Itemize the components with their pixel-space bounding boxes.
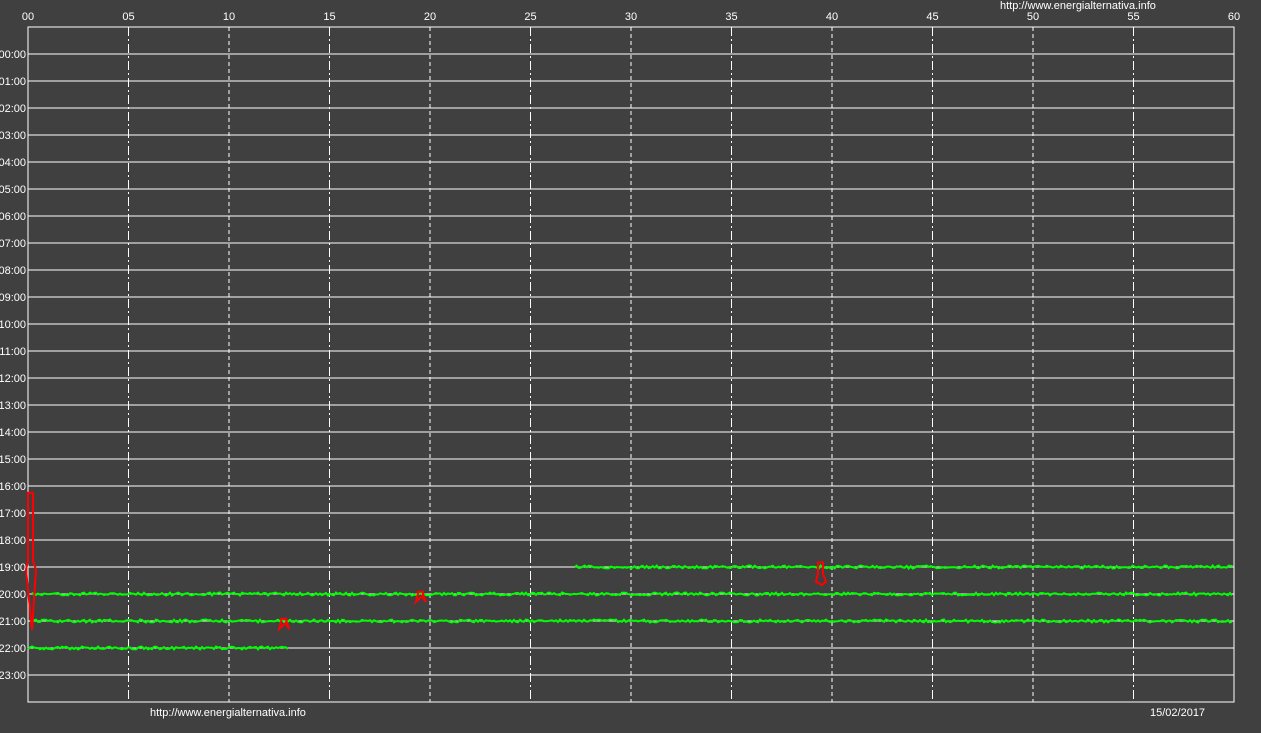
y-tick-labels: 00:00 01:00 02:00 03:00 04:00 05:00 06:00 07:00… [0,49,26,682]
url-bottom-label[interactable]: http://www.energialternativa.info [150,707,306,719]
y-tick-label: 11:00 [0,346,26,358]
url-top-label[interactable]: http://www.energialternativa.info [1000,0,1156,12]
y-tick-label: 22:00 [0,643,26,655]
y-tick-label: 05:00 [0,184,26,196]
y-tick-label: 21:00 [0,616,26,628]
y-tick-label: 14:00 [0,427,26,439]
y-tick-label: 02:00 [0,103,26,115]
y-tick-label: 09:00 [0,292,26,304]
x-tick-label: 40 [826,11,838,23]
x-tick-label: 05 [122,11,134,23]
x-tick-label: 30 [625,11,637,23]
y-tick-label: 19:00 [0,562,26,574]
y-tick-label: 06:00 [0,211,26,223]
y-tick-label: 15:00 [0,454,26,466]
seismogram-chart: 00 05 10 15 20 25 30 35 40 45 50 55 60 00:00 01:00 02:… [0,0,1240,719]
date-label: 15/02/2017 [1150,707,1205,719]
y-tick-label: 13:00 [0,400,26,412]
x-tick-labels: 00 05 10 15 20 25 30 35 40 45 50 55 60 [22,11,1240,23]
x-tick-label: 45 [926,11,938,23]
x-tick-label: 10 [223,11,235,23]
y-tick-label: 23:00 [0,670,26,682]
trace-segment [27,645,289,651]
y-tick-label: 08:00 [0,265,26,277]
x-tick-label: 25 [524,11,536,23]
trace-segment [31,617,1233,625]
traces [24,491,1233,651]
y-tick-label: 01:00 [0,76,26,88]
y-tick-label: 03:00 [0,130,26,142]
x-tick-label: 35 [725,11,737,23]
y-tick-label: 17:00 [0,508,26,520]
y-tick-label: 20:00 [0,589,26,601]
y-tick-label: 12:00 [0,373,26,385]
grid [27,26,1235,703]
y-tick-label: 16:00 [0,481,26,493]
x-tick-label: 15 [323,11,335,23]
y-tick-label: 07:00 [0,238,26,250]
x-tick-label: 00 [22,11,34,23]
trace-burst [277,617,291,633]
y-tick-label: 10:00 [0,319,26,331]
trace-segment [574,563,1233,571]
x-tick-label: 20 [424,11,436,23]
x-tick-label: 50 [1027,11,1039,23]
x-tick-label: 55 [1127,11,1139,23]
y-tick-label: 00:00 [0,49,26,61]
y-tick-label: 18:00 [0,535,26,547]
y-tick-label: 04:00 [0,157,26,169]
x-tick-label: 60 [1228,11,1240,23]
